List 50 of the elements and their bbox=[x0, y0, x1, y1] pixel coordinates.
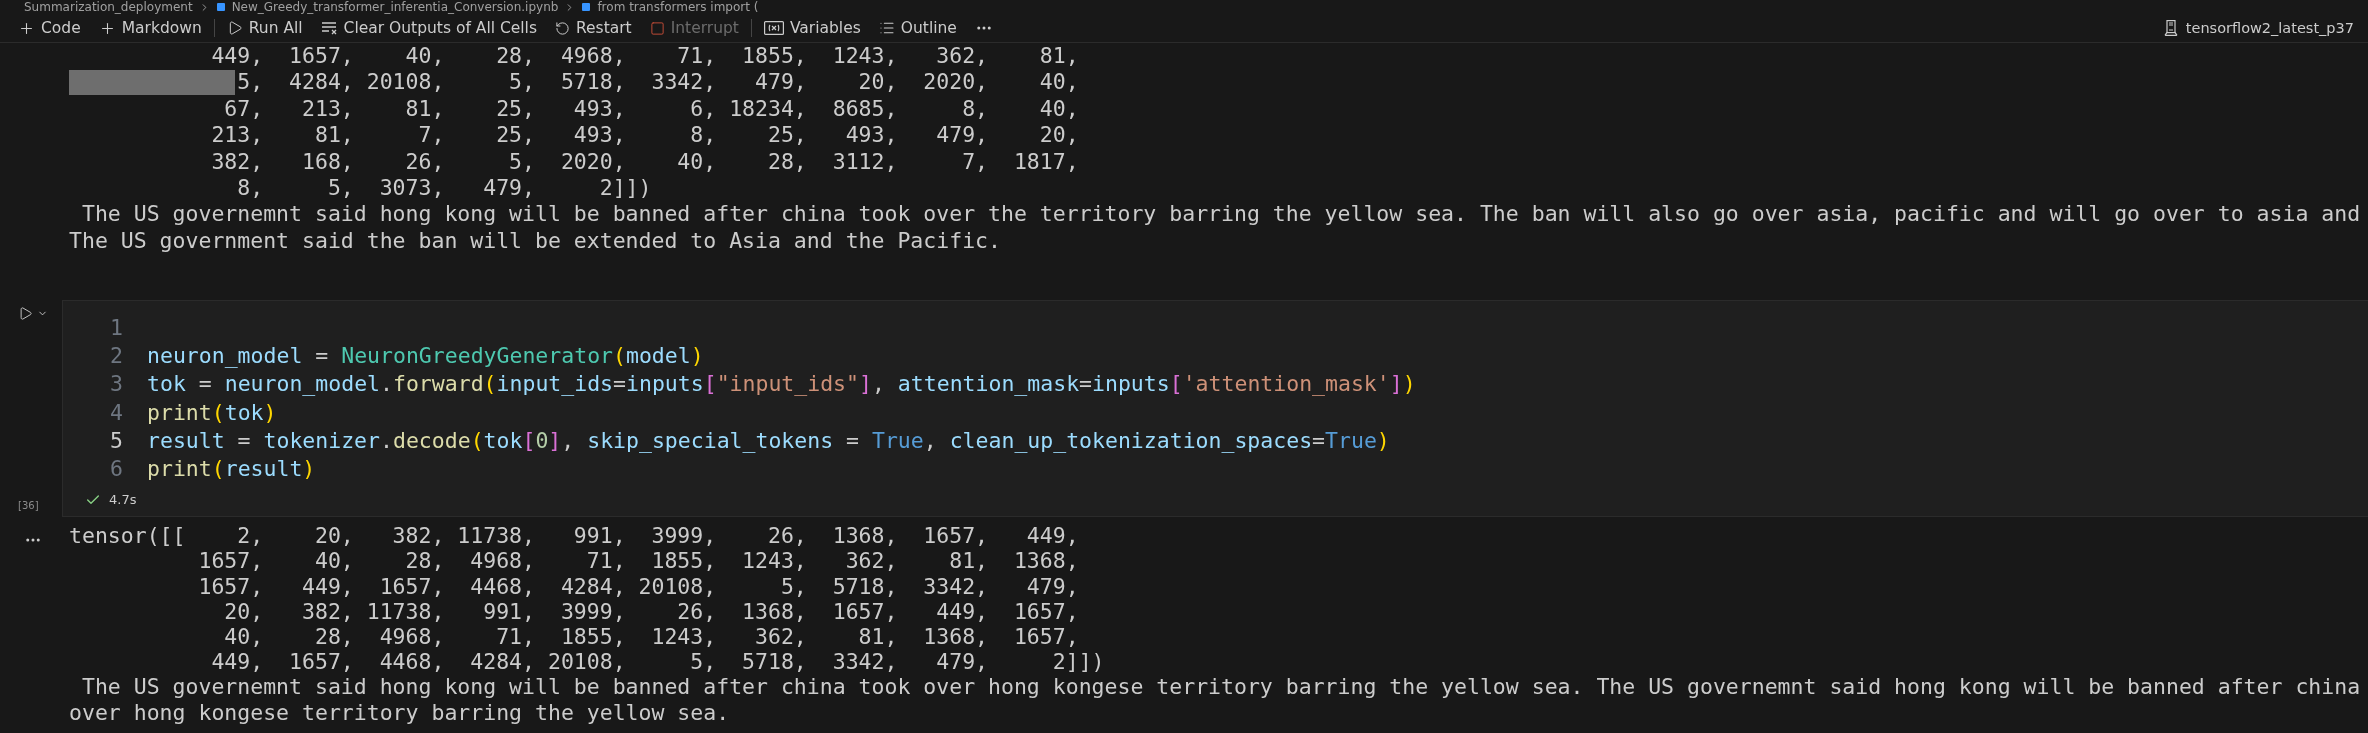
output-line: 449, 1657, 40, 28, 4968, 71, 1855, 1243, 362, 81, bbox=[210, 43, 1079, 70]
toolbar-button[interactable]: Code bbox=[14, 17, 85, 39]
output-line: 67, 213, 81, 25, 493, 6, 18234, 8685, 8, 40, bbox=[223, 95, 1079, 123]
output-line: 1657, 449, 1657, 4468, 4284, 20108, 5, 5718, 3342, 479, bbox=[197, 573, 1079, 599]
code-line: neuron_model = NeuronGreedyGenerator(model) bbox=[147, 343, 704, 369]
clear-list-icon bbox=[320, 21, 338, 35]
output-line: 382, 168, 26, 5, 2020, 40, 28, 3112, 7, 1817, bbox=[210, 148, 1079, 176]
toolbar-button[interactable]: Markdown bbox=[94, 17, 206, 39]
output-line: The US government said the ban will be extended to Asia and the Pacific. bbox=[69, 227, 1001, 255]
output-line: 449, 1657, 4468, 4284, 20108, 5, 5718, 3342, 479, 2]]) bbox=[210, 649, 1105, 675]
line-number: 6 bbox=[109, 456, 123, 482]
file-icon bbox=[581, 2, 592, 12]
toolbar-button[interactable]: Clear Outputs of All Cells bbox=[316, 17, 541, 39]
breadcrumb-item[interactable]: Summarization_deployment bbox=[24, 0, 193, 14]
variables-icon bbox=[763, 21, 784, 35]
line-number: 1 bbox=[109, 314, 123, 340]
output-line: The US governemnt said hong kong will be banned after china took over the territory barring the yellow sea. The ban will also go over asia, pacific and will go over to asia and bbox=[80, 201, 2361, 228]
output-line: 40, 28, 4968, 71, 1855, 1243, 362, 81, 1368, 1657, bbox=[223, 624, 1079, 650]
toolbar-button[interactable]: Outline bbox=[874, 17, 961, 39]
run-cell-icon[interactable] bbox=[18, 306, 33, 322]
execution-count: [36] bbox=[18, 500, 40, 512]
line-number: 4 bbox=[109, 399, 123, 425]
list-icon bbox=[878, 20, 895, 36]
toolbar-button[interactable]: Restart bbox=[551, 17, 636, 39]
output-line: 8, 5, 3073, 479, 2]]) bbox=[236, 175, 652, 202]
line-number: 3 bbox=[109, 371, 123, 397]
toolbar-button[interactable]: Run All bbox=[222, 17, 307, 39]
execution-time: 4.7s bbox=[109, 492, 137, 508]
stop-icon bbox=[649, 20, 665, 36]
breadcrumb-item[interactable]: New_Greedy_transformer_inferentia_Conversion.ipynb bbox=[231, 0, 559, 14]
output-line: 1657, 40, 28, 4968, 71, 1855, 1243, 362, 81, 1368, bbox=[197, 548, 1079, 574]
code-line: result = tokenizer.decode(tok[0], skip_special_tokens = True, clean_up_tokenization_spaces=True) bbox=[147, 428, 1390, 454]
kernel-picker[interactable]: tensorflow2_latest_p37 bbox=[2163, 18, 2354, 38]
toolbar-button[interactable]: Variables bbox=[759, 17, 865, 39]
line-number: 5 bbox=[109, 428, 123, 454]
breadcrumb-item[interactable]: from transformers import ( bbox=[597, 0, 759, 14]
file-icon bbox=[215, 2, 226, 12]
output-line: 5, 4284, 20108, 5, 5718, 3342, 479, 20, 2020, 40, bbox=[236, 69, 1079, 96]
output-line: 20, 382, 11738, 991, 3999, 26, 1368, 1657, 449, 1657, bbox=[223, 598, 1079, 625]
output-line: over hong kongese territory barring the yellow sea. bbox=[69, 699, 730, 725]
code-line: print(result) bbox=[147, 456, 316, 482]
code-editor[interactable] bbox=[62, 300, 2368, 518]
code-line: tok = neuron_model.forward(input_ids=inputs["input_ids"], attention_mask=inputs['attention_mask']) bbox=[147, 371, 1416, 397]
code-line: print(tok) bbox=[147, 399, 277, 425]
line-number: 2 bbox=[109, 343, 123, 369]
restart-icon bbox=[555, 20, 570, 36]
output-line: 213, 81, 7, 25, 493, 8, 25, 493, 479, 20, bbox=[210, 122, 1079, 149]
server-icon bbox=[2163, 20, 2178, 36]
output-line: The US governemnt said hong kong will be banned after china took over hong kongese territory barring the yellow sea. The US governemnt said hong kong will be banned after china bbox=[80, 674, 2361, 700]
output-line: tensor([[ 2, 20, 382, 11738, 991, 3999, 26, 1368, 1657, 449, bbox=[69, 523, 1079, 549]
